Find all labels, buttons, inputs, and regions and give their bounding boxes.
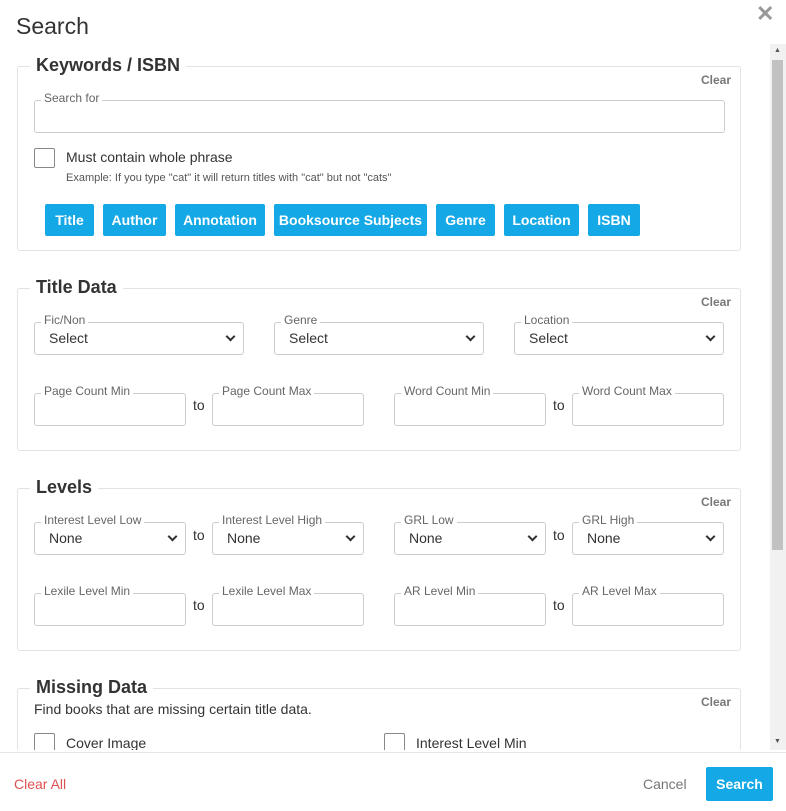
interest-level-high-select[interactable]: Interest Level High None (212, 513, 364, 555)
title-data-section: Title Data Clear Fic/Non Select Genre Se… (17, 277, 741, 451)
grl-low-select[interactable]: GRL Low None (394, 513, 546, 555)
grl-high-select[interactable]: GRL High None (572, 513, 724, 555)
scroll-up-icon[interactable]: ▲ (774, 47, 781, 54)
clear-all-button[interactable]: Clear All (14, 776, 66, 792)
genre-select[interactable]: Genre Select (274, 313, 484, 355)
chevron-down-icon (705, 331, 716, 342)
page-count-min-input[interactable]: Page Count Min (34, 384, 186, 426)
dialog-footer: Clear All Cancel Search (0, 752, 786, 811)
keywords-clear-link[interactable]: Clear (701, 73, 731, 87)
missing-data-section: Missing Data Clear Find books that are m… (17, 677, 741, 750)
search-form: Keywords / ISBN Clear Search for Must co… (0, 44, 770, 750)
location-select[interactable]: Location Select (514, 313, 724, 355)
keywords-section: Keywords / ISBN Clear Search for Must co… (17, 55, 741, 251)
interest-level-min-label: Interest Level Min (416, 735, 527, 750)
cover-image-checkbox[interactable] (34, 733, 55, 750)
cancel-button[interactable]: Cancel (643, 776, 687, 792)
field-chip-author[interactable]: Author (103, 204, 166, 236)
chevron-down-icon (345, 531, 356, 542)
chevron-down-icon (225, 331, 236, 342)
search-button[interactable]: Search (706, 767, 773, 801)
lexile-level-max-input[interactable]: Lexile Level Max (212, 584, 364, 626)
field-chip-isbn[interactable]: ISBN (588, 204, 640, 236)
interest-level-low-select[interactable]: Interest Level Low None (34, 513, 186, 555)
word-count-min-input[interactable]: Word Count Min (394, 384, 546, 426)
range-separator: to (193, 397, 205, 413)
lexile-level-min-input[interactable]: Lexile Level Min (34, 584, 186, 626)
ar-level-min-input[interactable]: AR Level Min (394, 584, 546, 626)
missing-data-section-title: Missing Data (30, 677, 154, 698)
levels-section: Levels Clear Interest Level Low None to … (17, 477, 741, 651)
field-chip-title[interactable]: Title (45, 204, 94, 236)
fic-non-select[interactable]: Fic/Non Select (34, 313, 244, 355)
chevron-down-icon (527, 531, 538, 542)
missing-data-clear-link[interactable]: Clear (701, 695, 731, 709)
range-separator: to (553, 597, 565, 613)
search-for-input[interactable]: Search for (34, 91, 725, 133)
scrollbar[interactable]: ▲ ▼ (770, 44, 786, 750)
word-count-max-input[interactable]: Word Count Max (572, 384, 724, 426)
dialog-title: Search (16, 13, 89, 39)
whole-phrase-checkbox[interactable] (34, 148, 55, 168)
ar-level-max-input[interactable]: AR Level Max (572, 584, 724, 626)
search-for-label: Search for (41, 91, 103, 105)
chevron-down-icon (465, 331, 476, 342)
chevron-down-icon (705, 531, 716, 542)
scroll-down-icon[interactable]: ▼ (774, 738, 781, 745)
range-separator: to (193, 597, 205, 613)
field-chip-location[interactable]: Location (504, 204, 579, 236)
title-data-clear-link[interactable]: Clear (701, 295, 731, 309)
scrollbar-thumb[interactable] (772, 60, 783, 550)
field-chip-genre[interactable]: Genre (436, 204, 495, 236)
page-count-max-input[interactable]: Page Count Max (212, 384, 364, 426)
keywords-section-title: Keywords / ISBN (30, 55, 187, 76)
range-separator: to (553, 527, 565, 543)
range-separator: to (193, 527, 205, 543)
field-chip-annotation[interactable]: Annotation (175, 204, 265, 236)
range-separator: to (553, 397, 565, 413)
interest-level-min-checkbox[interactable] (384, 733, 405, 750)
phrase-example-text: Example: If you type "cat" it will retur… (66, 172, 392, 184)
cover-image-label: Cover Image (66, 735, 147, 750)
close-icon[interactable]: ✕ (756, 1, 774, 27)
levels-section-title: Levels (30, 477, 99, 498)
levels-clear-link[interactable]: Clear (701, 495, 731, 509)
field-chip-booksource-subjects[interactable]: Booksource Subjects (274, 204, 427, 236)
chevron-down-icon (167, 531, 178, 542)
title-data-section-title: Title Data (30, 277, 123, 298)
missing-data-description: Find books that are missing certain titl… (34, 701, 312, 717)
whole-phrase-label: Must contain whole phrase (66, 149, 233, 165)
